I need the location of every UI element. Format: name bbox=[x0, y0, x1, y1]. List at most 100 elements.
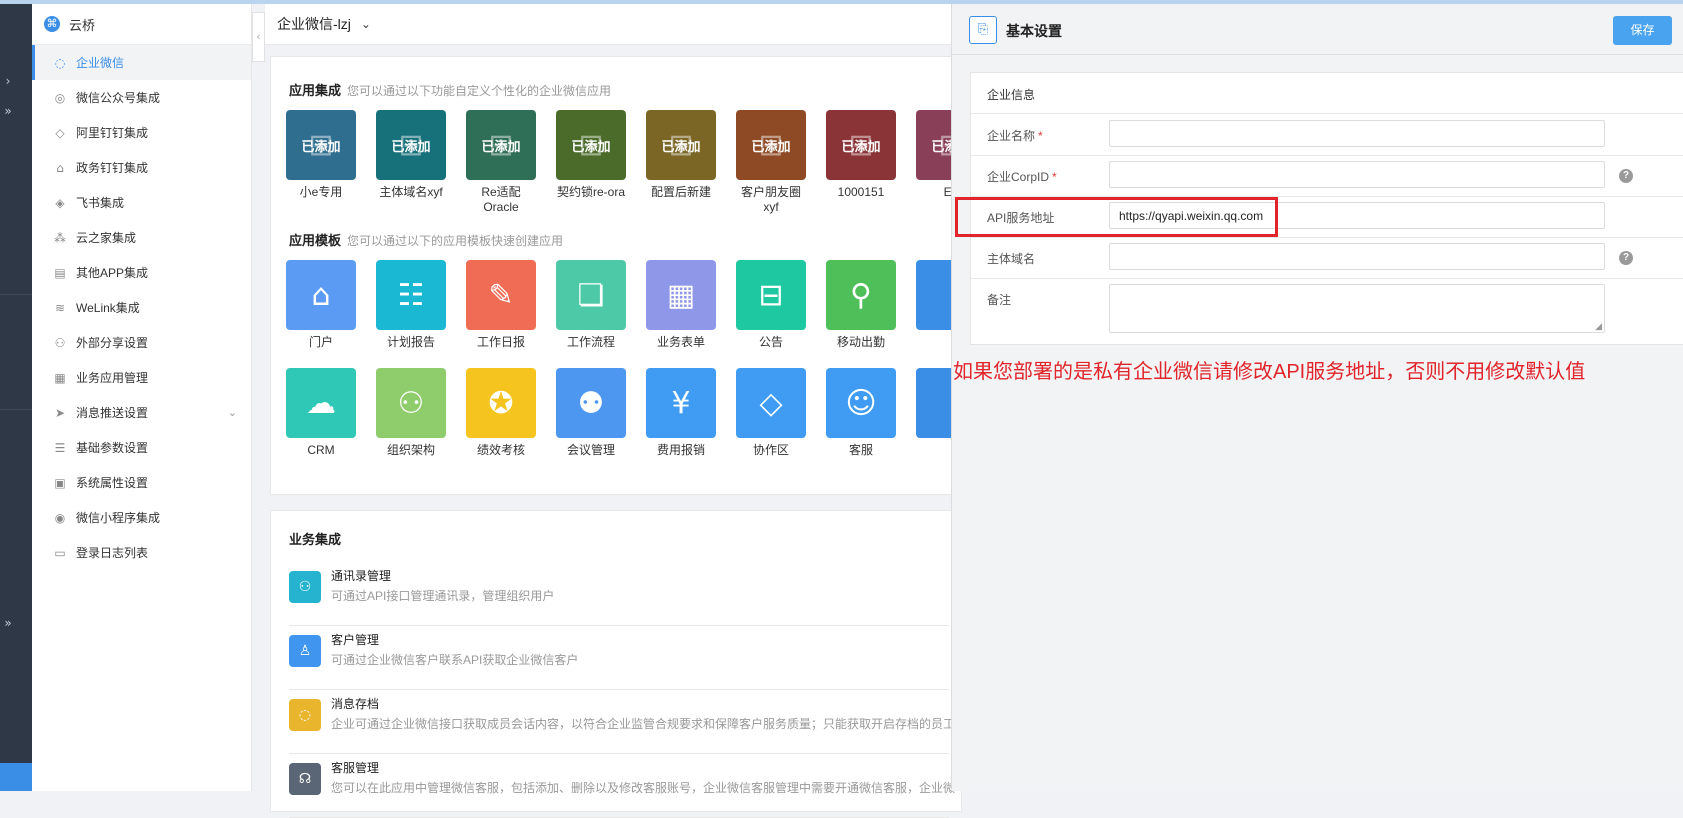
field-label: 主体域名 bbox=[987, 250, 1035, 267]
sidebar-item[interactable]: ◎ 微信公众号集成 bbox=[32, 80, 251, 115]
template-tile[interactable]: ▦ 业务表单 bbox=[641, 260, 721, 350]
field-input[interactable] bbox=[1109, 161, 1605, 188]
template-tile[interactable]: ◇ 协作区 bbox=[731, 368, 811, 458]
field-input[interactable] bbox=[1109, 120, 1605, 147]
sidebar-item[interactable]: ◇ 阿里钉钉集成 bbox=[32, 115, 251, 150]
miniprogram-icon: ◉ bbox=[54, 510, 66, 525]
business-list-item[interactable]: ♙ 客户管理 可通过企业微信客户联系API获取企业微信客户 bbox=[289, 625, 949, 690]
integration-app-tile[interactable]: ⊞ 已添加 主体域名xyf bbox=[371, 110, 451, 200]
template-tile[interactable]: ☷ 计划报告 bbox=[371, 260, 451, 350]
templates-subtitle: 您可以通过以下的应用模板快速创建应用 bbox=[347, 234, 564, 248]
added-badge: 已添加 bbox=[301, 138, 341, 154]
sidebar-item-label: 企业微信 bbox=[76, 56, 125, 70]
business-item-desc: 企业可通过企业微信接口获取成员会话内容，以符合企业监管合规要求和保障客户服务质量… bbox=[331, 717, 956, 731]
sidebar-item[interactable]: ☰ 基础参数设置 bbox=[32, 430, 251, 465]
template-tile[interactable]: ⚉ 会议管理 bbox=[551, 368, 631, 458]
template-tile[interactable]: ⌂ 门户 bbox=[281, 260, 361, 350]
template-name: 绩效考核 bbox=[476, 443, 525, 457]
business-list-item[interactable]: ☊ 客服管理 您可以在此应用中管理微信客服，包括添加、删除以及修改客服账号，企业微信… bbox=[289, 753, 955, 818]
template-tile[interactable]: ⚲ 移动出勤 bbox=[821, 260, 901, 350]
template-name: CRM bbox=[307, 443, 335, 457]
business-item-desc: 可通过API接口管理通讯录，管理组织用户 bbox=[331, 589, 555, 603]
integration-app-tile[interactable]: ⊞ 已添加 1000151 bbox=[821, 110, 901, 200]
integration-subtitle: 您可以通过以下功能自定义个性化的企业微信应用 bbox=[347, 84, 612, 98]
sidebar-item[interactable]: ▤ 其他APP集成 bbox=[32, 255, 251, 290]
remark-textarea[interactable]: ◢ bbox=[1109, 284, 1605, 333]
integration-app-tile[interactable]: ⊞ 已添加 配置后新建 bbox=[641, 110, 721, 200]
integration-app-tile[interactable]: ⊞ 已添加 Re适配 Oracle bbox=[461, 110, 541, 215]
sidebar-item[interactable]: ▣ 系统属性设置 bbox=[32, 465, 251, 500]
sidebar-item[interactable]: ⁂ 云之家集成 bbox=[32, 220, 251, 255]
integration-app-tile[interactable]: ⊞ 已添加 契约锁re-ora bbox=[551, 110, 631, 200]
sidebar-item[interactable]: ➤ 消息推送设置 ⌄ bbox=[32, 395, 251, 430]
template-tile[interactable]: ❏ 工作流程 bbox=[551, 260, 631, 350]
rail-more-icon[interactable]: » bbox=[0, 104, 16, 118]
save-button[interactable]: 保存 bbox=[1613, 16, 1672, 45]
sidebar-item-label: 消息推送设置 bbox=[76, 406, 149, 420]
rail-more-icon[interactable]: » bbox=[0, 616, 16, 630]
form-section-title: 企业信息 bbox=[987, 88, 1036, 102]
help-icon[interactable]: ? bbox=[1619, 169, 1633, 183]
integration-app-tile[interactable]: ⊞ 已添加 小e专用 bbox=[281, 110, 361, 200]
sidebar-item[interactable]: ≋ WeLink集成 bbox=[32, 290, 251, 325]
chevron-down-icon[interactable]: ⌄ bbox=[361, 17, 371, 31]
required-mark: * bbox=[1052, 170, 1057, 184]
template-section-title: 应用模板 您可以通过以下的应用模板快速创建应用 bbox=[289, 230, 563, 249]
template-tile[interactable]: ⊟ 公告 bbox=[731, 260, 811, 350]
map-icon: ⚲ bbox=[826, 260, 896, 330]
sidebar-item[interactable]: ◌ 企业微信 bbox=[32, 45, 251, 80]
settings-drawer: ⎘ 基本设置 保存 企业信息 企业名称 * 企业CorpID *? API服务地址 htt… bbox=[951, 4, 1683, 791]
integration-app-tile[interactable]: ⊞ 已添加 客户朋友圈 xyf bbox=[731, 110, 811, 215]
sidebar-item-label: 系统属性设置 bbox=[76, 476, 149, 490]
annotation-note: 如果您部署的是私有企业微信请修改API服务地址，否则不用修改默认值 bbox=[953, 361, 1586, 383]
template-tile[interactable]: ✪ 绩效考核 bbox=[461, 368, 541, 458]
template-tile[interactable]: ¥ 费用报销 bbox=[641, 368, 721, 458]
app-name: 小e专用 bbox=[299, 185, 343, 199]
business-item-desc: 可通过企业微信客户联系API获取企业微信客户 bbox=[331, 653, 579, 667]
app-logo-icon: ⌘ bbox=[44, 16, 60, 32]
field-input[interactable] bbox=[1109, 243, 1605, 270]
sidebar-item-label: 登录日志列表 bbox=[76, 546, 149, 560]
table-icon: ▦ bbox=[646, 260, 716, 330]
cast-icon: ⎘ bbox=[969, 16, 997, 44]
app-title: 云桥 bbox=[69, 17, 96, 33]
template-tile[interactable]: ☺ 客服 bbox=[821, 368, 901, 458]
template-tile[interactable]: ⚇ 组织架构 bbox=[371, 368, 451, 458]
integration-title: 应用集成 bbox=[289, 83, 342, 98]
business-list-item[interactable]: ◌ 消息存档 企业可通过企业微信接口获取成员会话内容，以符合企业监管合规要求和保障客… bbox=[289, 689, 955, 754]
business-section-title: 业务集成 bbox=[289, 532, 342, 547]
log-icon: ▭ bbox=[54, 545, 66, 560]
top-bar: 企业微信-lzj ⌄ bbox=[265, 4, 953, 45]
sidebar-item-label: 飞书集成 bbox=[76, 196, 125, 210]
template-tile[interactable]: ☁ CRM bbox=[281, 368, 361, 458]
added-badge: 已添加 bbox=[391, 138, 431, 154]
rail-expand-icon[interactable]: › bbox=[0, 74, 16, 88]
added-badge: 已添加 bbox=[661, 138, 701, 154]
sidebar-item[interactable]: ▦ 业务应用管理 bbox=[32, 360, 251, 395]
app-logo: ⊞已添加 bbox=[736, 110, 806, 180]
properties-icon: ▣ bbox=[54, 475, 66, 490]
welink-icon: ≋ bbox=[54, 300, 66, 315]
sidebar-item[interactable]: ▭ 登录日志列表 bbox=[32, 535, 251, 570]
sliders-icon: ☰ bbox=[54, 440, 66, 455]
apps-grid-icon: ▦ bbox=[54, 370, 66, 385]
resize-handle-icon[interactable]: ◢ bbox=[1595, 322, 1602, 332]
sidebar-item[interactable]: ◈ 飞书集成 bbox=[32, 185, 251, 220]
template-tile[interactable]: ✎ 工作日报 bbox=[461, 260, 541, 350]
field-label: 企业CorpID * bbox=[987, 168, 1057, 185]
business-list-item[interactable]: ⚇ 通讯录管理 可通过API接口管理通讯录，管理组织用户 bbox=[289, 561, 949, 626]
sidebar-item[interactable]: ⌂ 政务钉钉集成 bbox=[32, 150, 251, 185]
app-logo: ⊞已添加 bbox=[826, 110, 896, 180]
help-icon[interactable]: ? bbox=[1619, 251, 1633, 265]
template-name: 计划报告 bbox=[386, 335, 435, 349]
headset-icon: ☊ bbox=[289, 763, 321, 795]
app-name: 配置后新建 bbox=[650, 185, 711, 199]
sidebar-item[interactable]: ⚇ 外部分享设置 bbox=[32, 325, 251, 360]
app-name: 契约锁re-ora bbox=[556, 185, 625, 199]
enterprise-selector-label[interactable]: 企业微信-lzj bbox=[277, 14, 351, 34]
rail-active-block[interactable] bbox=[0, 763, 32, 791]
business-item-title: 通讯录管理 bbox=[331, 569, 392, 583]
chevron-down-icon[interactable]: ⌄ bbox=[228, 406, 237, 419]
sidebar-item[interactable]: ◉ 微信小程序集成 bbox=[32, 500, 251, 535]
sidebar-collapse-handle[interactable]: ‹ bbox=[252, 12, 265, 62]
